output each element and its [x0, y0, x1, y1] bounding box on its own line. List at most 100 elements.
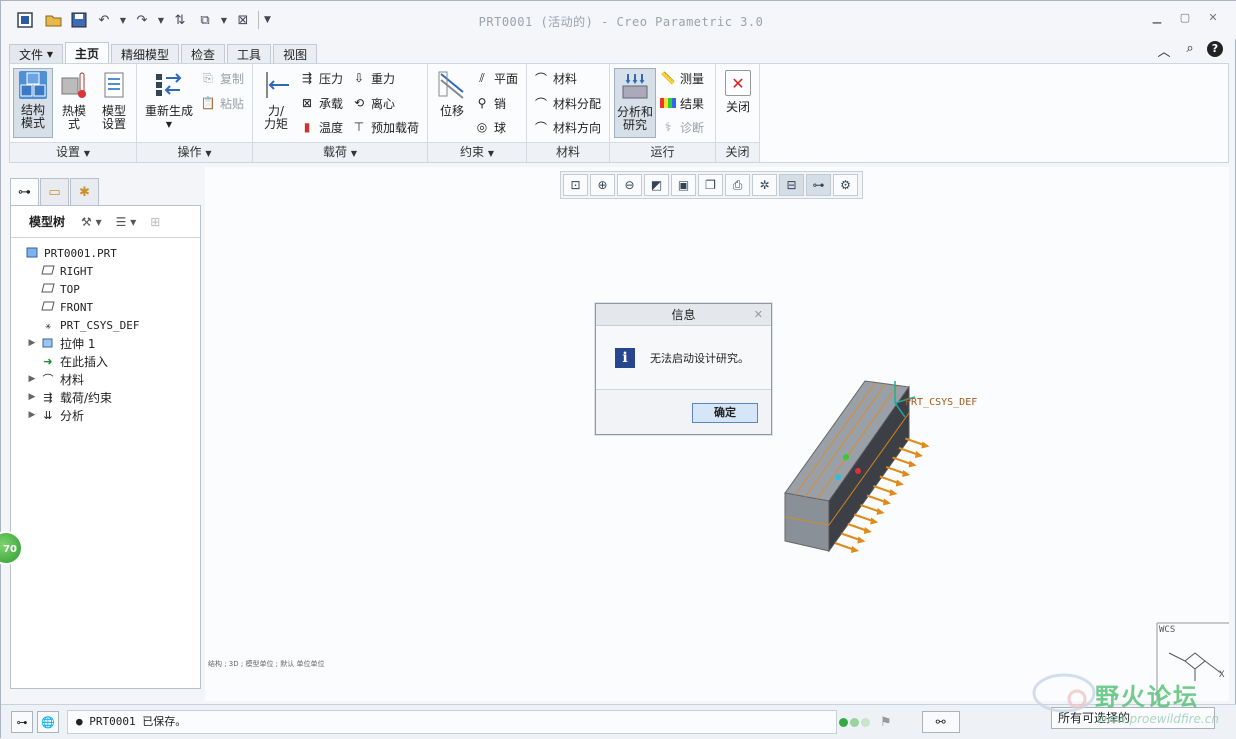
results-button[interactable]: 结果 — [660, 93, 704, 113]
expand-arrow-icon[interactable]: ▶ — [25, 410, 39, 420]
simulation-display-icon[interactable]: ⚙ — [833, 174, 858, 196]
group-constraints-label[interactable]: 约束 ▼ — [428, 142, 526, 162]
regenerate-icon[interactable]: ⇅ — [170, 11, 190, 29]
ball-constraint-button[interactable]: ◎ 球 — [474, 117, 506, 137]
help-icons: ︿ ⌕ ? — [1155, 41, 1223, 60]
open-icon[interactable] — [44, 11, 64, 29]
tree-item[interactable]: ▶ 拉伸 1 — [11, 334, 200, 352]
status-indicators: ⚑ ⚯ — [839, 710, 960, 734]
redo-icon[interactable]: ↷ — [132, 11, 152, 29]
expand-arrow-icon[interactable]: ▶ — [25, 392, 39, 402]
thermal-mode-button[interactable]: 热模 式 — [54, 68, 94, 138]
tab-refine-model[interactable]: 精细模型 — [111, 44, 180, 64]
app-window: ↶ ▼ ↷ ▼ ⇅ ⧉ ▼ ⊠ ▼ PRT0001 (活动的) - Creo P… — [0, 0, 1236, 739]
close-icon[interactable]: ✕ — [1199, 11, 1227, 24]
maximize-icon[interactable]: ▢ — [1171, 11, 1199, 24]
pressure-button[interactable]: ⇶ 压力 — [299, 68, 343, 88]
pin-constraint-button[interactable]: ⚲ 销 — [474, 93, 506, 113]
regenerate-button[interactable]: 重新生成 ▼ — [142, 68, 196, 138]
saved-orientations-icon[interactable]: ❐ — [698, 174, 723, 196]
material-button[interactable]: ⌒ 材料 — [533, 68, 577, 88]
material-orientation-button[interactable]: ⌒ 材料方向 — [533, 117, 601, 137]
bearing-button[interactable]: ⊠ 承载 — [299, 93, 343, 113]
model-setup-button[interactable]: 模型 设置 — [94, 68, 134, 138]
tree-filters-icon[interactable]: ☰ ▾ — [116, 215, 137, 229]
gravity-button[interactable]: ⇩ 重力 — [351, 68, 395, 88]
show-browser-icon[interactable]: 🌐 — [37, 711, 59, 733]
group-operations-label[interactable]: 操作 ▼ — [137, 142, 252, 162]
tree-item[interactable]: ➜ 在此插入 — [11, 352, 200, 370]
dialog-body: i 无法启动设计研究。 — [596, 326, 771, 390]
tab-view[interactable]: 视图 — [273, 44, 318, 64]
display-style-icon[interactable]: ▣ — [671, 174, 696, 196]
windows-dropdown-icon[interactable]: ▼ — [220, 11, 228, 29]
window-title: PRT0001 (活动的) - Creo Parametric 3.0 — [478, 15, 764, 29]
tree-item[interactable]: ▶ ⇶ 载荷/约束 — [11, 388, 200, 406]
tree-item[interactable]: FRONT — [11, 298, 200, 316]
model-tree-tab[interactable]: ⊶ — [10, 178, 39, 205]
status-bar-icons: ⊶ 🌐 — [11, 711, 59, 733]
show-navigator-icon[interactable]: ⊶ — [11, 711, 33, 733]
spin-center-icon[interactable]: ⊶ — [806, 174, 831, 196]
plane-constraint-button[interactable]: ⫽ 平面 — [474, 68, 518, 88]
customize-toolbar-icon[interactable]: ▼ — [258, 11, 276, 29]
tab-file[interactable]: 文件 ▼ — [9, 44, 63, 64]
structure-mode-button[interactable]: 结构 模式 — [13, 68, 53, 138]
redo-dropdown-icon[interactable]: ▼ — [157, 11, 165, 29]
close-button[interactable]: ✕ 关闭 — [718, 68, 758, 138]
analyses-studies-button[interactable]: 分析和 研究 — [614, 68, 656, 138]
tree-item[interactable]: ✳ PRT_CSYS_DEF — [11, 316, 200, 334]
undo-icon[interactable]: ↶ — [94, 11, 114, 29]
material-assignment-button[interactable]: ⌒ 材料分配 — [533, 93, 601, 113]
tree-item[interactable]: PRT0001.PRT — [11, 244, 200, 262]
paste-button[interactable]: 📋 粘贴 — [200, 93, 245, 113]
preload-button[interactable]: ⊤ 预加载荷 — [351, 117, 419, 137]
close-window-icon[interactable]: ⊠ — [233, 11, 253, 29]
diagnostics-button[interactable]: ⚕ 诊断 — [660, 117, 704, 137]
measure-button[interactable]: 📏 测量 — [660, 68, 705, 88]
repaint-icon[interactable]: ◩ — [644, 174, 669, 196]
tree-columns-icon[interactable]: ⊞ — [150, 215, 160, 229]
group-setup-label[interactable]: 设置 ▼ — [10, 142, 136, 162]
zoom-out-icon[interactable]: ⊖ — [617, 174, 642, 196]
undo-dropdown-icon[interactable]: ▼ — [119, 11, 127, 29]
help-icon[interactable]: ? — [1207, 41, 1223, 57]
dialog-close-icon[interactable]: ✕ — [754, 304, 763, 326]
app-icon[interactable] — [15, 11, 35, 29]
datum-display-icon[interactable]: ✲ — [752, 174, 777, 196]
zoom-in-icon[interactable]: ⊕ — [590, 174, 615, 196]
tree-item[interactable]: RIGHT — [11, 262, 200, 280]
displacement-button[interactable]: 位移 — [432, 68, 472, 138]
save-icon[interactable] — [69, 11, 89, 29]
annotation-display-icon[interactable]: ⊟ — [779, 174, 804, 196]
expand-arrow-icon[interactable]: ▶ — [25, 338, 39, 348]
find-icon[interactable]: ⚯ — [921, 711, 960, 733]
tree-item[interactable]: ▶ ⇊ 分析 — [11, 406, 200, 424]
model-tree-title: 模型树 — [29, 215, 66, 229]
temperature-button[interactable]: ▮ 温度 — [299, 117, 343, 137]
minimize-icon[interactable]: ▁ — [1143, 11, 1171, 24]
favorites-tab[interactable]: ✱ — [70, 178, 99, 205]
folder-browser-tab[interactable]: ▭ — [40, 178, 69, 205]
windows-icon[interactable]: ⧉ — [195, 11, 215, 29]
flag-icon[interactable]: ⚑ — [880, 715, 892, 730]
group-loads-label[interactable]: 载荷 ▼ — [253, 142, 427, 162]
tab-home[interactable]: 主页 — [65, 42, 110, 64]
expand-arrow-icon[interactable]: ▶ — [25, 374, 39, 384]
copy-button[interactable]: ⎘ 复制 — [200, 68, 244, 88]
view-manager-icon[interactable]: ⎙ — [725, 174, 750, 196]
tab-inspect[interactable]: 检查 — [181, 44, 226, 64]
tree-item[interactable]: TOP — [11, 280, 200, 298]
preload-icon: ⊤ — [353, 120, 365, 134]
group-materials: ⌒ 材料 ⌒ 材料分配 ⌒ 材料方向 材料 — [527, 64, 610, 162]
search-icon[interactable]: ⌕ — [1181, 41, 1199, 60]
tree-item[interactable]: ▶ ⌒ 材料 — [11, 370, 200, 388]
force-moment-button[interactable]: 力/ 力矩 — [256, 68, 296, 138]
refit-icon[interactable]: ⊡ — [563, 174, 588, 196]
tab-tools[interactable]: 工具 — [227, 44, 272, 64]
collapse-ribbon-icon[interactable]: ︿ — [1155, 41, 1173, 60]
wcs-label: WCS — [1159, 625, 1175, 635]
ok-button[interactable]: 确定 — [692, 403, 758, 423]
tree-settings-icon[interactable]: ⚒ ▾ — [81, 215, 102, 229]
centrifugal-button[interactable]: ⟲ 离心 — [351, 93, 395, 113]
